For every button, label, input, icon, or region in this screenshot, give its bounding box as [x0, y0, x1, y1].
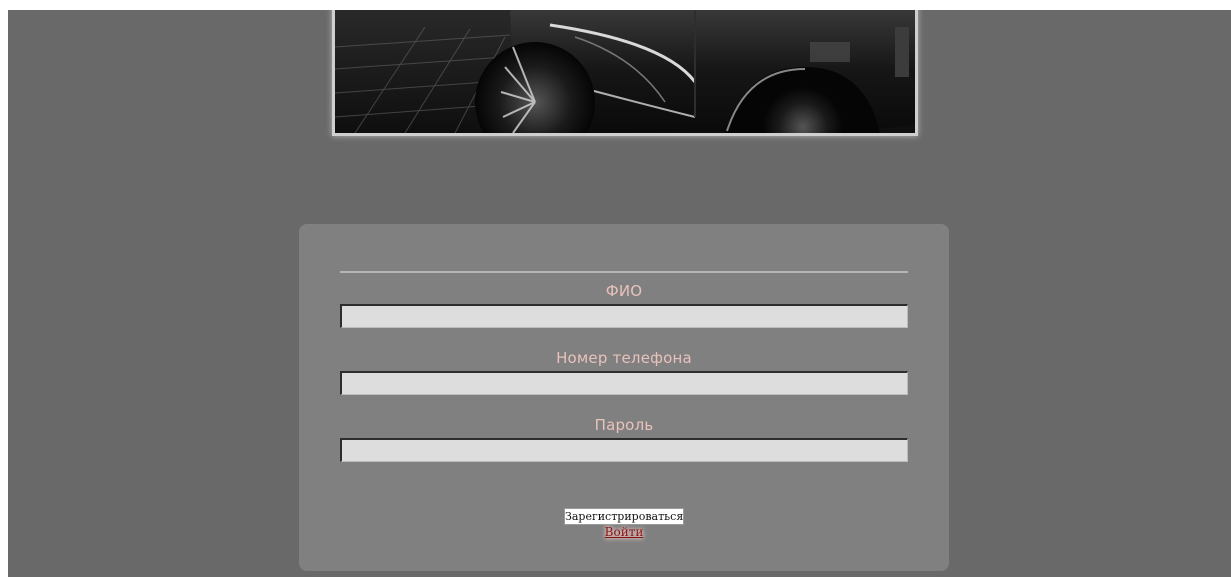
- login-link[interactable]: Войти: [564, 525, 684, 539]
- car-photo-icon: [335, 10, 915, 133]
- full-name-field[interactable]: [340, 304, 908, 328]
- form-divider: [340, 271, 908, 273]
- car-banner-image: [332, 10, 918, 136]
- phone-field[interactable]: [340, 371, 908, 395]
- phone-label: Номер телефона: [556, 349, 692, 367]
- page-viewport: ФИО Номер телефона Пароль Зарегистрирова…: [8, 10, 1231, 577]
- password-label: Пароль: [594, 416, 654, 434]
- register-button[interactable]: Зарегистрироваться: [564, 508, 684, 525]
- registration-form: ФИО Номер телефона Пароль Зарегистрирова…: [299, 224, 949, 571]
- full-name-label: ФИО: [605, 282, 643, 300]
- password-field[interactable]: [340, 438, 908, 462]
